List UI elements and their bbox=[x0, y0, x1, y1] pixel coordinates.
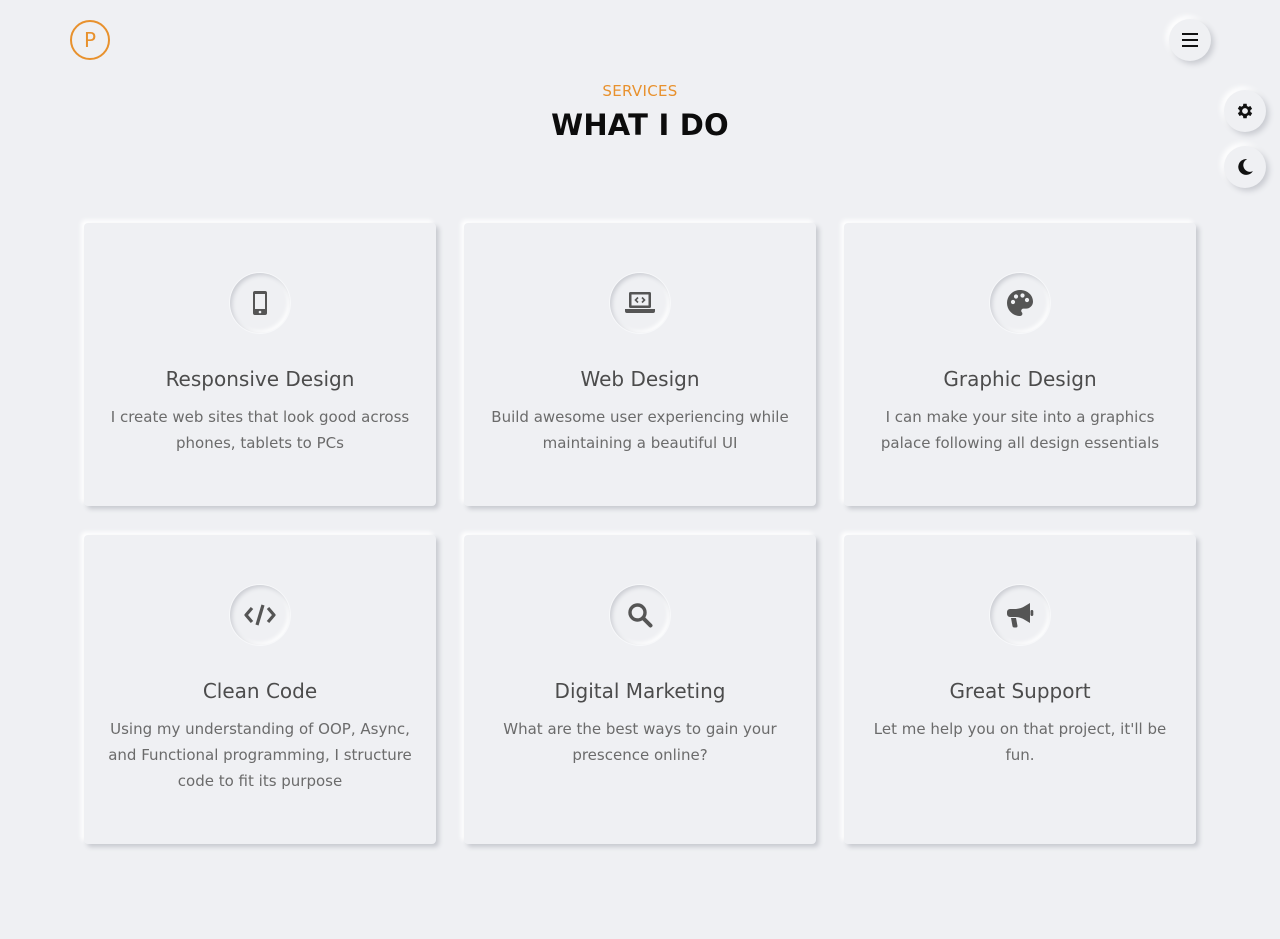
icon-circle bbox=[610, 273, 670, 333]
service-card-graphic-design: Graphic Design I can make your site into… bbox=[844, 223, 1196, 506]
service-title: Great Support bbox=[949, 679, 1091, 703]
logo[interactable]: P bbox=[70, 20, 110, 60]
mobile-icon bbox=[253, 291, 267, 315]
menu-button[interactable] bbox=[1169, 19, 1211, 61]
service-title: Responsive Design bbox=[165, 367, 355, 391]
icon-circle bbox=[990, 585, 1050, 645]
hamburger-icon bbox=[1182, 33, 1198, 47]
service-title: Digital Marketing bbox=[554, 679, 726, 703]
service-description: I can make your site into a graphics pal… bbox=[880, 408, 1160, 452]
service-card-responsive-design: Responsive Design I create web sites tha… bbox=[84, 223, 436, 506]
service-card-web-design: Web Design Build awesome user experienci… bbox=[464, 223, 816, 506]
section-title: WHAT I DO bbox=[551, 108, 729, 142]
page: P SERVICES WHAT I DO Responsive Design I bbox=[0, 0, 1280, 939]
laptop-code-icon bbox=[625, 292, 655, 313]
icon-circle bbox=[230, 585, 290, 645]
search-icon bbox=[628, 603, 653, 628]
logo-letter: P bbox=[83, 28, 97, 52]
megaphone-icon bbox=[1007, 603, 1034, 628]
service-title: Clean Code bbox=[202, 679, 318, 703]
icon-circle bbox=[990, 273, 1050, 333]
icon-circle bbox=[230, 273, 290, 333]
service-description: I create web sites that look good across… bbox=[110, 408, 410, 452]
service-title: Graphic Design bbox=[943, 367, 1097, 391]
section-eyebrow: SERVICES bbox=[602, 82, 678, 100]
service-description: Using my understanding of OOP, Async, an… bbox=[108, 720, 412, 790]
service-card-great-support: Great Support Let me help you on that pr… bbox=[844, 535, 1196, 844]
service-description: What are the best ways to gain your pres… bbox=[503, 720, 777, 764]
service-description: Let me help you on that project, it'll b… bbox=[873, 720, 1167, 764]
icon-circle bbox=[610, 585, 670, 645]
service-card-digital-marketing: Digital Marketing What are the best ways… bbox=[464, 535, 816, 844]
service-description: Build awesome user experiencing while ma… bbox=[491, 408, 789, 452]
code-icon bbox=[244, 604, 276, 626]
theme-toggle-button[interactable] bbox=[1224, 146, 1266, 188]
service-title: Web Design bbox=[580, 367, 700, 391]
palette-icon bbox=[1007, 290, 1033, 316]
moon-icon bbox=[1238, 159, 1253, 175]
service-card-clean-code: Clean Code Using my understanding of OOP… bbox=[84, 535, 436, 844]
